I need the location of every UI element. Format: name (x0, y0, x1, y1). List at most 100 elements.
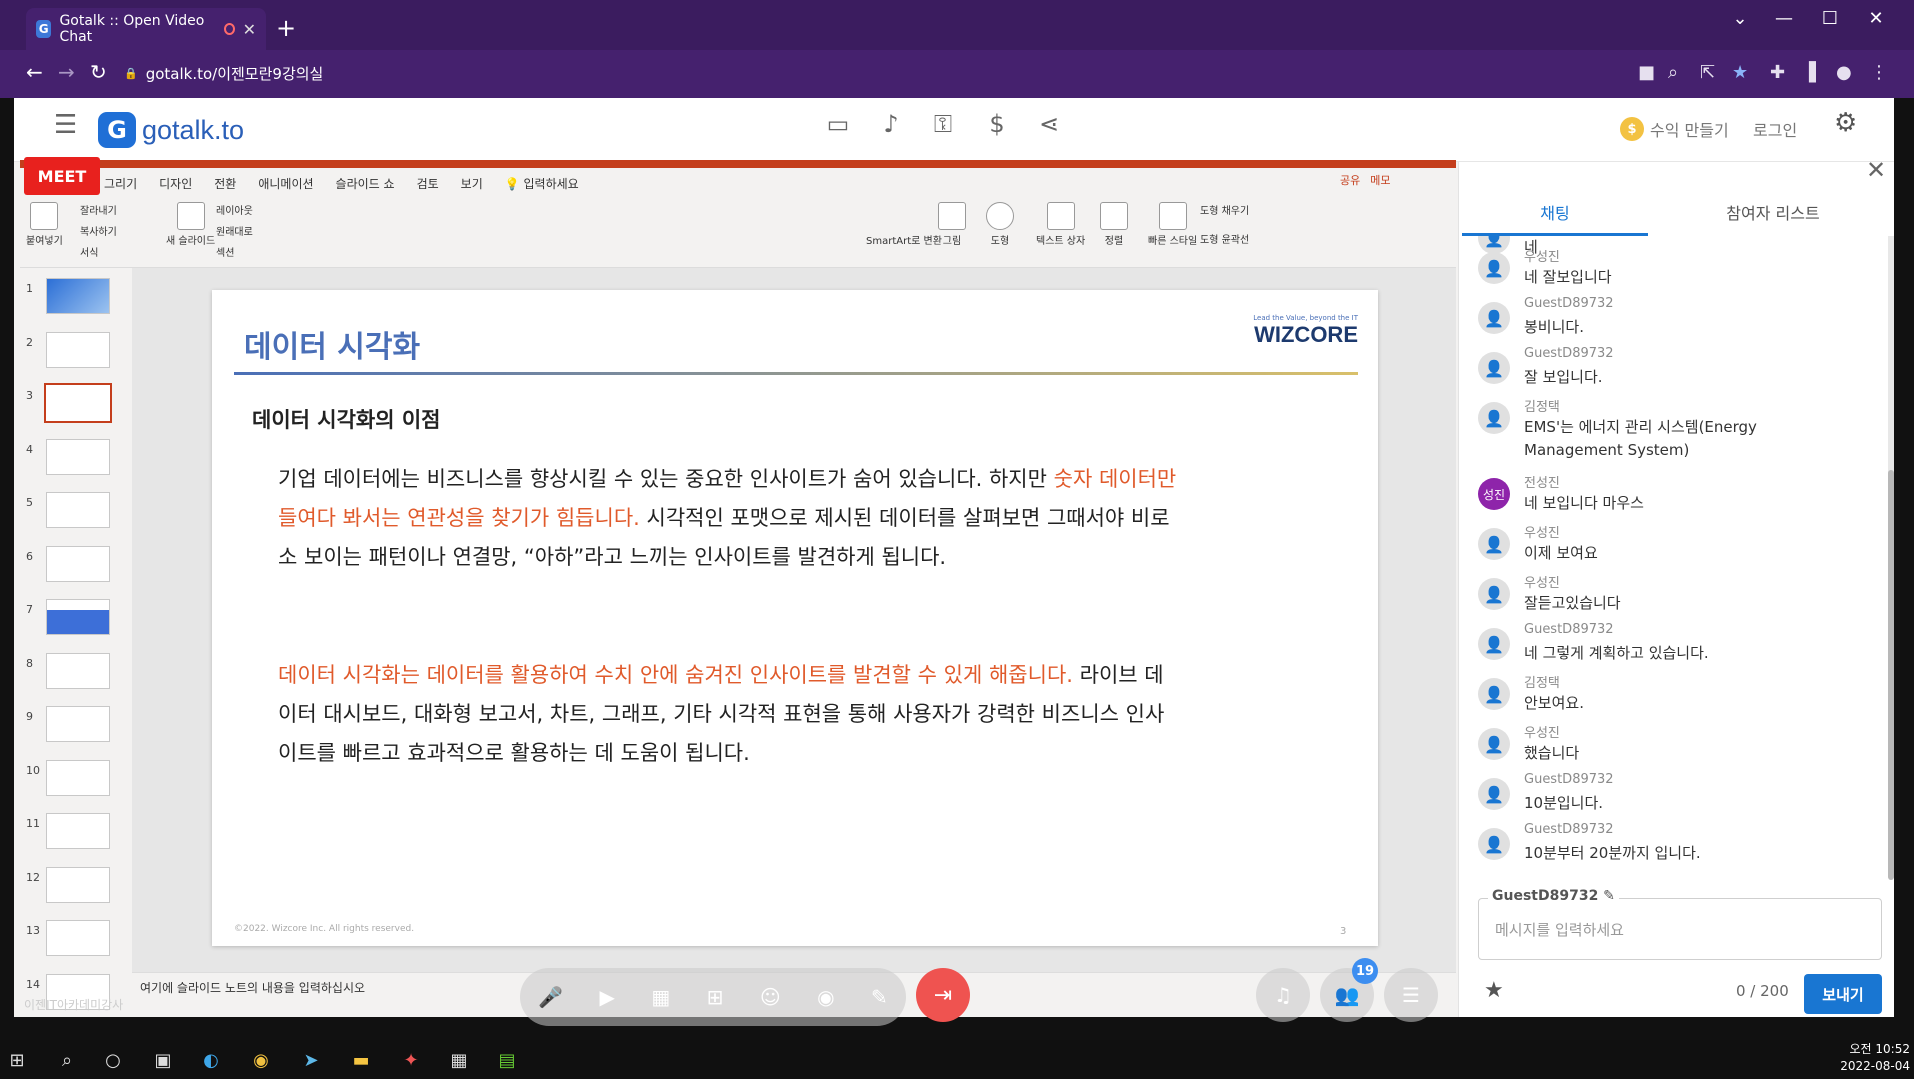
textbox-icon[interactable] (1046, 202, 1075, 230)
edge-icon[interactable]: ◐ (196, 1046, 226, 1074)
browser-menu-icon[interactable]: ⋮ (1870, 62, 1888, 83)
extensions-icon[interactable]: ✚ (1770, 62, 1785, 83)
ribbon-tab[interactable]: 전환 (214, 175, 236, 192)
minimize-button[interactable]: — (1764, 8, 1804, 29)
side-panel-icon[interactable]: ▐ (1802, 62, 1816, 83)
share-icon[interactable]: ⋖ (1034, 110, 1064, 138)
slide-thumbnail[interactable] (46, 492, 110, 528)
gotalk-logo[interactable]: G gotalk.to (98, 98, 244, 162)
ribbon-tab[interactable]: 보기 (461, 175, 483, 192)
slide-thumbnail[interactable] (46, 278, 110, 314)
login-button[interactable]: 로그인 (1753, 103, 1797, 155)
smartart-icon[interactable] (890, 202, 918, 230)
speaker-button[interactable]: ♫ (1256, 968, 1310, 1022)
slide-thumbnail[interactable] (44, 383, 112, 423)
forward-icon[interactable]: → (58, 60, 75, 84)
chat-username[interactable]: GuestD89732 ✎ (1488, 888, 1619, 904)
shapes-icon[interactable] (986, 202, 1014, 230)
chrome-icon[interactable]: ◉ (246, 1046, 276, 1074)
leave-button[interactable]: ⇥ (916, 968, 970, 1022)
screen-add-icon[interactable]: ⊞ (707, 985, 724, 1009)
notepad-app-icon[interactable]: ▤ (492, 1046, 522, 1074)
microphone-icon[interactable]: ♪ (876, 110, 906, 138)
lock-room-icon[interactable]: ⚿ (928, 110, 958, 138)
record-icon[interactable]: ◉ (817, 985, 834, 1009)
ribbon-tab[interactable]: 애니메이션 (258, 175, 313, 192)
earn-money-button[interactable]: $ 수익 만들기 (1620, 103, 1729, 155)
slide-thumbnail[interactable] (46, 920, 110, 956)
bird-app-icon[interactable]: ➤ (296, 1046, 326, 1074)
tab-search-icon[interactable]: ⌄ (1720, 8, 1760, 29)
ribbon-label[interactable]: 잘라내기 (80, 202, 117, 217)
arrange-icon[interactable] (1100, 202, 1128, 230)
dollar-icon[interactable]: $ (982, 110, 1012, 138)
ribbon-label[interactable]: 도형 채우기 (1200, 202, 1249, 217)
paste-icon[interactable] (30, 202, 59, 230)
new-tab-button[interactable]: + (276, 14, 296, 42)
slide-thumbnail[interactable] (46, 599, 110, 635)
thumbnail-number: 10 (26, 763, 40, 777)
new-slide-icon[interactable] (176, 202, 205, 230)
ribbon-memo-button[interactable]: 메모 (1370, 172, 1390, 188)
favorite-star-icon[interactable]: ★ (1484, 978, 1504, 1003)
browser-tab[interactable]: G Gotalk :: Open Video Chat ✕ (26, 8, 266, 50)
message-text: 네 보입니다 마우스 (1524, 494, 1644, 512)
slide-thumbnail[interactable] (46, 813, 110, 849)
message-input[interactable]: 메시지를 입력하세요 (1478, 898, 1882, 960)
ribbon-label[interactable]: 섹션 (216, 244, 234, 259)
reload-icon[interactable]: ↻ (90, 60, 107, 84)
picture-icon[interactable] (938, 202, 966, 230)
ribbon-label[interactable]: 서식 (80, 244, 98, 259)
zoom-icon[interactable]: ⌕ (1668, 62, 1678, 83)
search-icon[interactable]: ⌕ (52, 1046, 82, 1074)
calculator-icon[interactable]: ▦ (444, 1046, 474, 1074)
slide-thumbnail[interactable] (46, 866, 110, 903)
camera-icon[interactable]: ■ (1638, 62, 1655, 83)
url-field[interactable]: 🔒 gotalk.to/이젠모란9강의실 (124, 55, 1624, 91)
emoji-icon[interactable]: ☺ (760, 985, 781, 1009)
slide-thumbnail[interactable] (46, 706, 110, 742)
file-explorer-icon[interactable]: ▬ (346, 1046, 376, 1074)
tab-chat[interactable]: 채팅 (1462, 196, 1648, 236)
back-icon[interactable]: ← (26, 60, 43, 84)
slide-thumbnail[interactable] (46, 438, 110, 475)
chat-button[interactable]: ☰ (1384, 968, 1438, 1022)
bookmark-star-icon[interactable]: ★ (1732, 62, 1748, 83)
ribbon-share-button[interactable]: 공유 (1340, 172, 1360, 188)
ribbon-tab[interactable]: 슬라이드 쇼 (336, 175, 395, 192)
ribbon-label[interactable]: 원래대로 (216, 223, 253, 238)
video-icon[interactable]: ▶ (600, 985, 615, 1009)
slide-thumbnail[interactable] (46, 652, 110, 689)
paint-app-icon[interactable]: ✦ (396, 1046, 426, 1074)
ribbon-tab[interactable]: 검토 (417, 175, 439, 192)
ribbon-tab[interactable]: 디자인 (159, 175, 192, 192)
close-window-button[interactable]: ✕ (1856, 8, 1896, 29)
settings-gear-icon[interactable]: ⚙ (1834, 108, 1857, 138)
slide-thumbnail[interactable] (46, 331, 110, 368)
task-view-icon[interactable]: ▣ (148, 1046, 178, 1074)
cortana-icon[interactable]: ○ (98, 1046, 128, 1074)
screen-share-icon[interactable]: ▭ (823, 110, 853, 138)
taskbar-clock[interactable]: 오전 10:52 2022-08-04 (1830, 1041, 1910, 1075)
hamburger-menu-icon[interactable]: ☰ (54, 110, 77, 140)
windows-start-icon[interactable]: ⊞ (2, 1046, 32, 1074)
close-tab-icon[interactable]: ✕ (243, 20, 256, 39)
slide-thumbnail[interactable] (46, 545, 110, 582)
grid-icon[interactable]: ▦ (651, 985, 670, 1009)
maximize-button[interactable]: ☐ (1810, 8, 1850, 29)
ribbon-label[interactable]: 복사하기 (80, 223, 117, 238)
slide-thumbnail[interactable] (46, 759, 110, 796)
close-panel-icon[interactable]: ✕ (1866, 156, 1886, 184)
ribbon-label[interactable]: 도형 윤곽선 (1200, 231, 1249, 246)
mic-icon[interactable]: 🎤 (538, 985, 563, 1009)
profile-icon[interactable]: ● (1836, 62, 1852, 83)
tab-participants[interactable]: 참여자 리스트 (1680, 196, 1866, 236)
ribbon-search[interactable]: 💡 입력하세요 (505, 175, 579, 192)
chat-scroll-thumb[interactable] (1888, 470, 1894, 880)
share-page-icon[interactable]: ⇱ (1700, 62, 1715, 83)
ribbon-tab[interactable]: 그리기 (104, 175, 137, 192)
ribbon-label[interactable]: 레이아웃 (216, 202, 253, 217)
send-button[interactable]: 보내기 (1804, 974, 1882, 1014)
quick-style-icon[interactable] (1158, 202, 1187, 230)
pen-icon[interactable]: ✎ (871, 985, 888, 1009)
